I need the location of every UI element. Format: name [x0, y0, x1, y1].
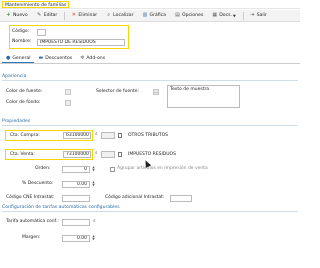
opciones-label: Opciones: [181, 13, 204, 18]
localizar-label: Localizar: [113, 13, 134, 18]
tarifa-label: Tarifa automática conf.:: [6, 219, 59, 224]
cne-label: Código CNE Intrastat:: [6, 195, 55, 200]
section-apariencia: Apariencia: [2, 74, 298, 81]
cta-venta-doc-icon[interactable]: [118, 152, 122, 157]
editar-label: Editar: [43, 13, 58, 18]
color-fuente-picker[interactable]: [65, 89, 71, 95]
descuento-value: 0.00: [76, 181, 87, 187]
cta-venta-extra-field: [101, 151, 115, 158]
nombre-value: IMPUESTO DE RESIDUOS: [40, 39, 96, 45]
orden-field[interactable]: 0: [62, 165, 90, 173]
nuevo-label: Nuevo: [13, 13, 28, 18]
grafica-label: Gráfica: [149, 13, 166, 18]
color-fuente-label: Color de fuente:: [6, 89, 43, 94]
orden-spinner[interactable]: ▲ ▼: [91, 165, 96, 173]
nombre-field[interactable]: IMPUESTO DE RESIDUOS: [37, 38, 125, 46]
exit-icon: ⇥: [250, 12, 255, 18]
agrupar-label: Agrupar artículos en impresión de venta: [117, 166, 208, 171]
agrupar-checkbox[interactable]: [110, 167, 115, 172]
title-bar: Mantenimiento de familias: [0, 0, 300, 9]
eliminar-label: Eliminar: [78, 13, 98, 18]
margen-label: Margen:: [22, 235, 41, 240]
chart-icon: ▥: [142, 12, 148, 18]
salir-button[interactable]: ⇥ Salir: [246, 11, 271, 21]
cta-venta-description: IMPUESTO RESIDUOS: [128, 151, 176, 157]
nombre-label: Nombre:: [12, 39, 32, 44]
adicional-field[interactable]: [170, 194, 192, 202]
grafica-button[interactable]: ▥ Gráfica: [138, 11, 170, 21]
orden-value: 0: [84, 166, 87, 172]
gear-icon: ✲: [80, 55, 85, 61]
cta-compra-doc-icon[interactable]: [118, 133, 122, 138]
docs-icon: ▦: [212, 12, 218, 18]
cta-compra-field[interactable]: 63100000: [63, 132, 91, 139]
tarifa-search-icon[interactable]: ⌕: [93, 219, 96, 225]
cta-venta-value: 73100000: [66, 152, 89, 157]
codigo-label: Código:: [12, 29, 30, 34]
section-tarifas: Configuración de tarifas automáticas con…: [2, 205, 298, 212]
nuevo-button[interactable]: + Nuevo: [2, 11, 32, 21]
docs-label: Docs.: [219, 13, 232, 18]
margen-spinner[interactable]: ▲ ▼: [91, 234, 96, 242]
adicional-label: Código adicional Intrastat:: [105, 195, 165, 200]
discount-icon: ▬: [38, 55, 44, 61]
section-propiedades: Propiedades: [2, 119, 298, 126]
opciones-button[interactable]: ▤ Opciones: [171, 11, 207, 21]
selector-fuente-label: Selector de fuente:: [96, 89, 140, 94]
texto-muestra: Texto de muestra: [170, 87, 210, 92]
descuento-field[interactable]: 0.00: [62, 180, 90, 188]
tab-descuentos[interactable]: ▬ Descuentos: [34, 54, 76, 63]
toolbar-separator: [242, 11, 244, 20]
descuento-label: % Descuento:: [22, 181, 54, 186]
orden-label: Orden:: [35, 166, 51, 171]
margen-value: 0.00: [76, 235, 87, 241]
cta-compra-label: Cta. Compra:: [10, 132, 40, 138]
cta-compra-search-icon[interactable]: ⌕: [95, 132, 98, 138]
codigo-field[interactable]: [37, 28, 46, 36]
chevron-down-icon: ▼: [232, 13, 236, 18]
tab-addons[interactable]: ✲ Add-ons: [76, 54, 109, 63]
delete-icon: ✕: [71, 12, 76, 18]
tab-general-label: General: [12, 55, 31, 61]
cta-venta-search-icon[interactable]: ⌕: [95, 151, 98, 157]
margen-field[interactable]: 0.00: [62, 234, 90, 242]
tab-descuentos-label: Descuentos: [45, 56, 73, 61]
tab-general[interactable]: ● General: [2, 54, 35, 63]
edit-icon: ✎: [37, 12, 42, 18]
selector-fuente-button[interactable]: …: [153, 89, 159, 95]
cta-venta-field[interactable]: 73100000: [63, 151, 91, 158]
plus-icon: +: [6, 12, 11, 18]
search-icon: ⌕: [107, 12, 111, 18]
cta-venta-label: Cta. Venta:: [10, 151, 35, 157]
localizar-button[interactable]: ⌕ Localizar: [102, 11, 137, 21]
window-title: Mantenimiento de familias: [2, 1, 70, 8]
tarifa-field[interactable]: [62, 218, 90, 226]
editar-button[interactable]: ✎ Editar: [33, 11, 62, 21]
options-icon: ▤: [175, 12, 180, 18]
toolbar: + Nuevo ✎ Editar ✕ Eliminar ⌕ Localizar …: [0, 10, 300, 22]
cne-field[interactable]: [62, 194, 90, 202]
cta-compra-extra-field: [101, 132, 115, 139]
texto-muestra-box: Texto de muestra: [167, 85, 240, 108]
docs-button[interactable]: ▦ Docs. ▼: [208, 11, 239, 21]
tab-addons-label: Add-ons: [86, 56, 106, 61]
tab-bar: ● General ▬ Descuentos ✲ Add-ons: [0, 53, 300, 64]
cta-compra-value: 63100000: [66, 133, 89, 138]
general-icon: ●: [6, 54, 11, 61]
descuento-spinner[interactable]: ▲ ▼: [91, 180, 96, 188]
color-fondo-picker[interactable]: [65, 100, 71, 106]
salir-label: Salir: [256, 13, 267, 18]
toolbar-separator: [64, 11, 66, 20]
color-fondo-label: Color de fondo:: [6, 100, 41, 105]
cta-compra-description: OTROS TRIBUTOS: [128, 132, 168, 138]
eliminar-button[interactable]: ✕ Eliminar: [67, 11, 101, 21]
